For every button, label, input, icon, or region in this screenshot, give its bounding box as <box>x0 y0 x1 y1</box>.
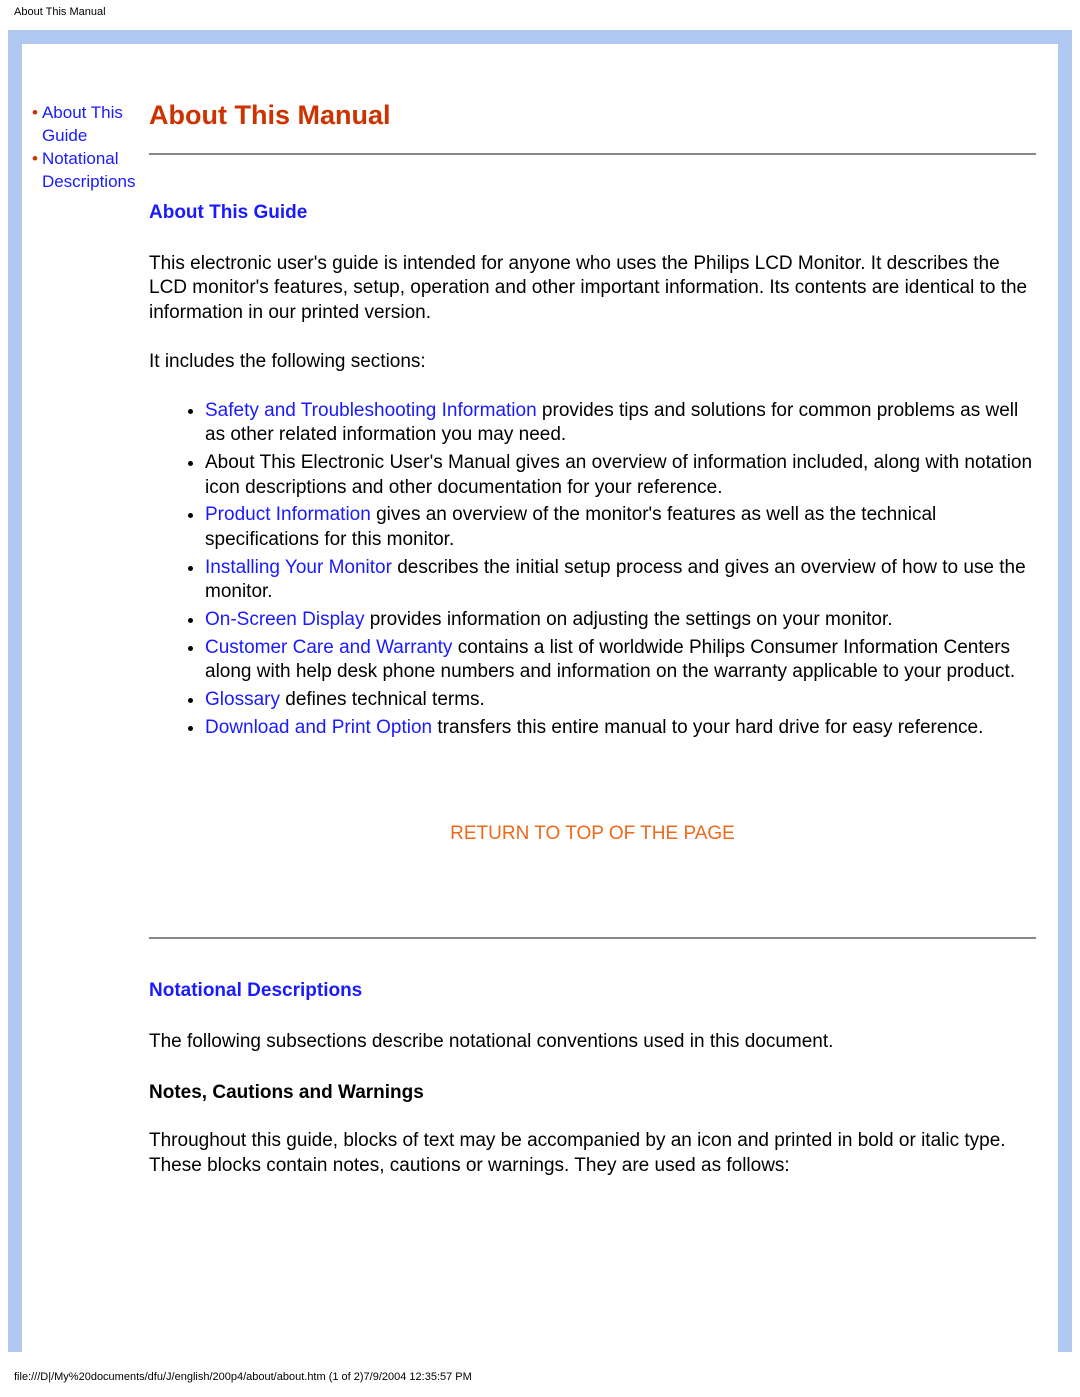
paragraph-intro: This electronic user's guide is intended… <box>149 252 1036 326</box>
link-product-information[interactable]: Product Information <box>205 504 371 525</box>
link-on-screen-display[interactable]: On-Screen Display <box>205 609 364 630</box>
list-text: provides information on adjusting the se… <box>364 609 892 630</box>
section-heading-about-guide: About This Guide <box>149 201 1036 226</box>
bullet-icon: • <box>32 102 42 148</box>
list-item: On-Screen Display provides information o… <box>205 608 1036 633</box>
list-text: transfers this entire manual to your har… <box>432 717 983 738</box>
list-item: Product Information gives an overview of… <box>205 503 1036 552</box>
page: About This Manual • About This Guide • N… <box>0 0 1080 1397</box>
list-text: About This Electronic User's Manual give… <box>205 452 1032 498</box>
list-item: About This Electronic User's Manual give… <box>205 451 1036 500</box>
list-item: Safety and Troubleshooting Information p… <box>205 399 1036 448</box>
list-item: Customer Care and Warranty contains a li… <box>205 636 1036 685</box>
footer-file-path: file:///D|/My%20documents/dfu/J/english/… <box>14 1371 472 1383</box>
subsection-heading-notes: Notes, Cautions and Warnings <box>149 1081 1036 1106</box>
section-heading-notational: Notational Descriptions <box>149 979 1036 1004</box>
link-download-print[interactable]: Download and Print Option <box>205 717 432 738</box>
content-frame: • About This Guide • Notational Descript… <box>8 30 1072 1352</box>
list-item: Download and Print Option transfers this… <box>205 716 1036 741</box>
paragraph-notes-body: Throughout this guide, blocks of text ma… <box>149 1129 1036 1178</box>
main-content: About This Manual About This Guide This … <box>137 44 1058 1352</box>
sidebar-link-notational[interactable]: Notational Descriptions <box>42 148 136 194</box>
content-inner: • About This Guide • Notational Descript… <box>22 44 1058 1352</box>
list-item: Glossary defines technical terms. <box>205 688 1036 713</box>
sidebar-nav: • About This Guide • Notational Descript… <box>22 44 137 1352</box>
return-to-top-container: RETURN TO TOP OF THE PAGE <box>149 822 1036 847</box>
page-title: About This Manual <box>149 98 1036 133</box>
browser-page-title: About This Manual <box>14 6 106 18</box>
list-item: Installing Your Monitor describes the in… <box>205 556 1036 605</box>
sidebar-item-notational[interactable]: • Notational Descriptions <box>32 148 131 194</box>
sections-list: Safety and Troubleshooting Information p… <box>149 399 1036 741</box>
divider <box>149 937 1036 939</box>
link-glossary[interactable]: Glossary <box>205 689 280 710</box>
bullet-icon: • <box>32 148 42 194</box>
sidebar-item-about-guide[interactable]: • About This Guide <box>32 102 131 148</box>
sidebar-link-about-guide[interactable]: About This Guide <box>42 102 131 148</box>
divider <box>149 153 1036 155</box>
link-safety-troubleshooting[interactable]: Safety and Troubleshooting Information <box>205 400 537 421</box>
link-installing-monitor[interactable]: Installing Your Monitor <box>205 557 392 578</box>
paragraph-notational-intro: The following subsections describe notat… <box>149 1030 1036 1055</box>
link-customer-care-warranty[interactable]: Customer Care and Warranty <box>205 637 452 658</box>
return-to-top-link[interactable]: RETURN TO TOP OF THE PAGE <box>450 823 735 844</box>
list-text: defines technical terms. <box>280 689 485 710</box>
paragraph-sections-intro: It includes the following sections: <box>149 350 1036 375</box>
